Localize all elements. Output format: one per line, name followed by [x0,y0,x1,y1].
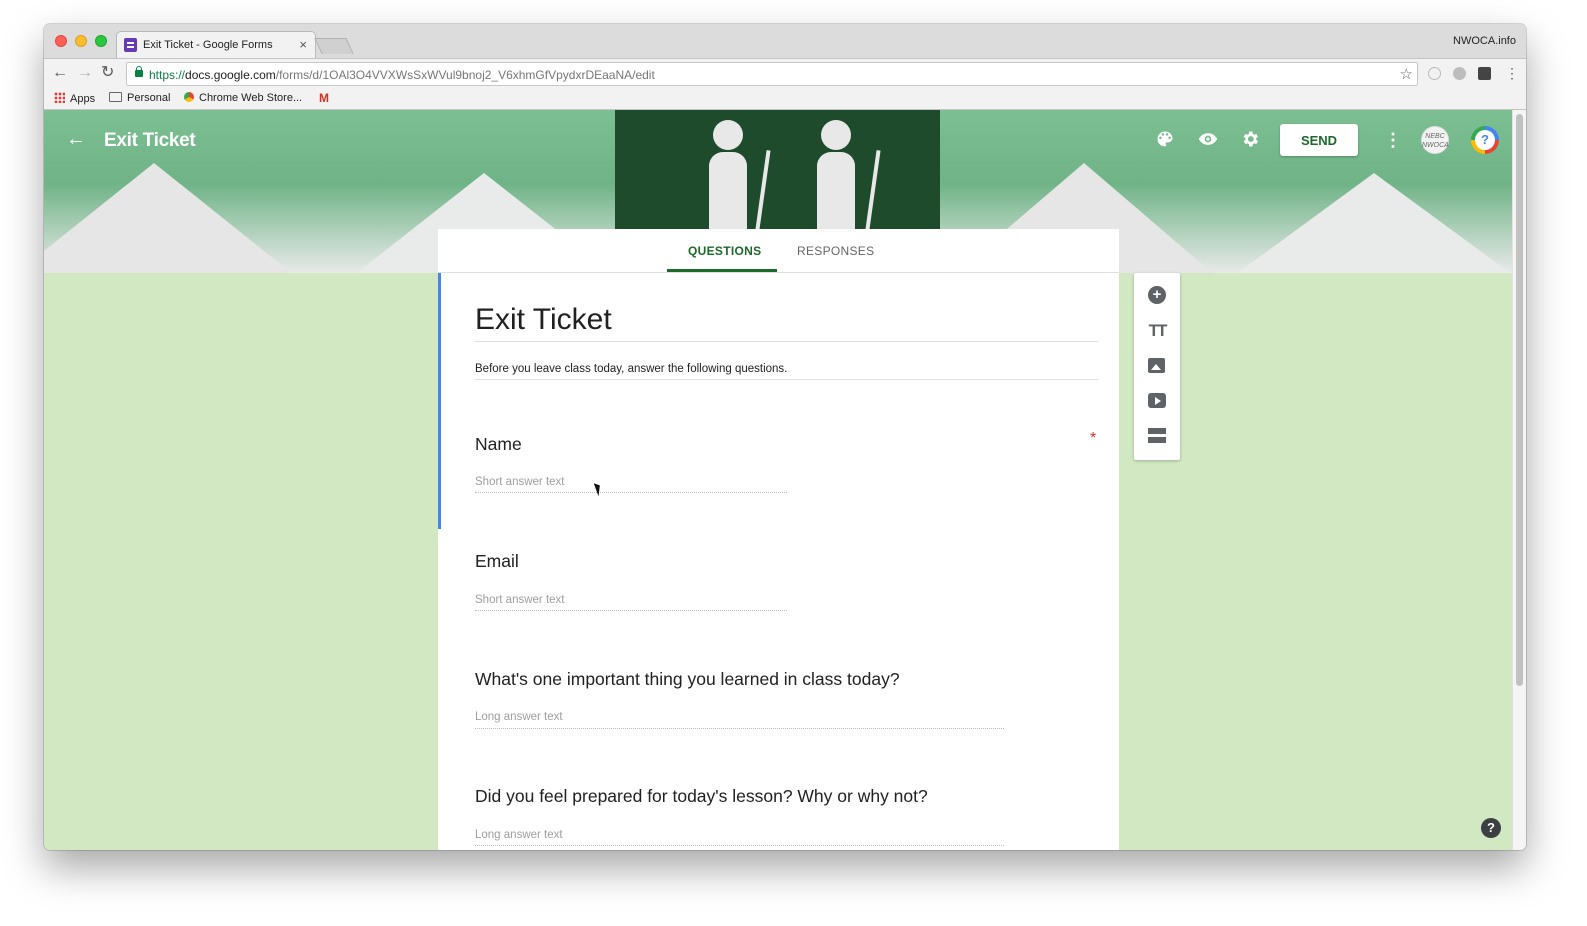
scrollbar[interactable] [1512,110,1526,850]
google-forms-icon [124,38,137,52]
browser-toolbar: ← → ↻ https://docs.google.com/forms/d/1O… [44,58,1526,88]
bookmark-star-icon[interactable]: ☆ [1400,65,1413,83]
form-description-field[interactable]: Before you leave class today, answer the… [475,363,787,375]
tab-title: Exit Ticket - Google Forms [143,39,273,51]
back-icon[interactable]: ← [52,64,68,82]
window-extension-icon[interactable] [1478,67,1491,80]
gear-icon[interactable] [1239,129,1261,151]
close-window-button[interactable] [55,35,67,47]
folder-icon [109,92,122,102]
new-tab-button[interactable] [314,38,354,54]
help-icon[interactable]: ? [1471,126,1499,154]
gmail-icon[interactable]: M [319,91,329,105]
question-title[interactable]: What's one important thing you learned i… [475,669,900,690]
forward-icon[interactable]: → [77,64,93,82]
question-title[interactable]: Email [475,551,519,572]
chrome-web-store-icon [184,92,194,102]
palette-icon[interactable] [1154,129,1176,151]
form-card: Exit Ticket Before you leave class today… [438,273,1119,850]
zoom-window-button[interactable] [95,35,107,47]
tab-close-icon[interactable]: × [299,37,307,52]
add-question-icon[interactable]: + [1147,285,1167,305]
tab-questions[interactable]: QUESTIONS [688,244,761,258]
help-floating-icon[interactable]: ? [1481,818,1501,838]
hikers-illustration [615,110,940,232]
profile-name[interactable]: NWOCA.info [1453,35,1516,47]
eye-icon[interactable] [1197,129,1219,151]
browser-tab[interactable]: Exit Ticket - Google Forms × [116,31,316,58]
tab-responses[interactable]: RESPONSES [797,244,874,258]
question-title[interactable]: Did you feel prepared for today's lesson… [475,786,928,807]
bookmark-personal[interactable]: Personal [109,92,170,104]
extension-icon[interactable] [1428,67,1441,80]
send-button[interactable]: SEND [1280,124,1358,156]
scroll-thumb[interactable] [1516,114,1523,686]
add-image-icon[interactable] [1147,356,1167,376]
lock-icon [135,66,143,77]
question-title[interactable]: Name [475,434,522,455]
bookmark-chrome-web-store[interactable]: Chrome Web Store... [184,92,302,104]
bookmarks-bar: Apps Personal Chrome Web Store... M [44,88,1526,110]
bookmark-apps[interactable]: Apps [54,92,95,105]
question-toolbar: + TT [1134,273,1180,460]
answer-line [475,845,1004,846]
back-arrow-icon[interactable]: ← [66,128,86,151]
add-title-icon[interactable]: TT [1147,321,1168,341]
long-answer-placeholder: Long answer text [475,711,563,723]
cloud-extension-icon[interactable] [1453,67,1466,80]
answer-line [475,492,787,493]
focus-indicator [438,273,441,529]
reload-icon[interactable]: ↻ [101,64,114,82]
url-text: https://docs.google.com/forms/d/1OAl3O4V… [149,68,655,82]
add-video-icon[interactable] [1147,391,1167,411]
browser-window: Exit Ticket - Google Forms × NWOCA.info … [44,24,1526,850]
short-answer-placeholder: Short answer text [475,476,565,488]
answer-line [475,728,1004,729]
address-bar[interactable]: https://docs.google.com/forms/d/1OAl3O4V… [126,62,1418,86]
answer-line [475,610,787,611]
avatar[interactable]: NEBC NWOCA [1421,126,1449,154]
chrome-menu-icon[interactable]: ⋮ [1505,64,1519,82]
required-asterisk: * [1090,430,1097,447]
add-section-icon[interactable] [1147,426,1167,446]
more-vert-icon[interactable]: ⋮ [1382,129,1404,151]
apps-grid-icon [54,92,65,103]
minimize-window-button[interactable] [75,35,87,47]
short-answer-placeholder: Short answer text [475,594,565,606]
tab-strip: Exit Ticket - Google Forms × NWOCA.info [44,24,1526,58]
long-answer-placeholder: Long answer text [475,829,563,841]
divider [475,341,1098,342]
form-title-field[interactable]: Exit Ticket [475,303,612,337]
form-header-title: Exit Ticket [104,130,196,151]
divider [475,379,1098,380]
form-tabs: QUESTIONS RESPONSES [438,229,1119,273]
forms-page: ← Exit Ticket SEND ⋮ NEBC NWOCA ? QUESTI… [44,110,1512,850]
active-tab-indicator [667,269,777,272]
